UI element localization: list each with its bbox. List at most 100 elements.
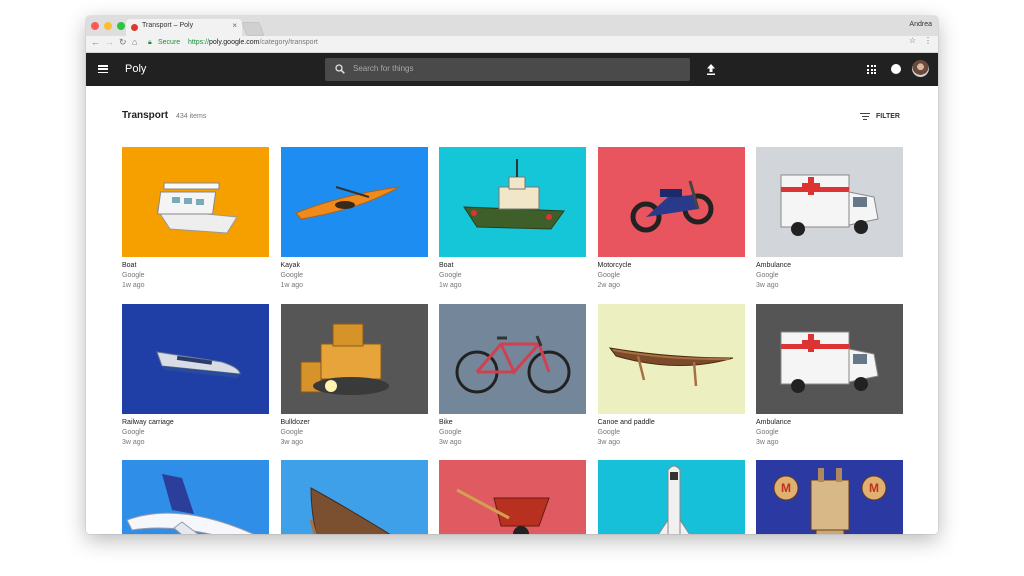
asset-thumbnail[interactable] xyxy=(122,460,269,534)
asset-card[interactable]: Boat Google 1w ago xyxy=(439,147,586,289)
asset-thumbnail[interactable] xyxy=(280,147,428,257)
asset-title: Canoe and paddle xyxy=(597,418,655,426)
wheelbarrow-model xyxy=(439,460,586,534)
asset-author[interactable]: Google xyxy=(281,429,304,436)
maximize-window-button[interactable] xyxy=(117,22,125,30)
asset-author[interactable]: Google xyxy=(439,272,462,279)
canoe-model xyxy=(598,304,745,414)
asset-time: 1w ago xyxy=(439,282,462,289)
browser-menu-icon[interactable]: ⋮ xyxy=(924,36,932,45)
poly-logo[interactable]: Poly xyxy=(125,63,146,75)
space-shuttle-model xyxy=(598,460,745,534)
asset-author[interactable]: Google xyxy=(439,429,462,436)
bulldozer-model xyxy=(281,304,428,414)
browser-tab[interactable]: Transport – Poly × xyxy=(126,19,242,36)
asset-author[interactable]: Google xyxy=(598,272,621,279)
apps-grid-icon[interactable] xyxy=(867,65,876,74)
upload-icon[interactable] xyxy=(705,63,717,76)
notifications-icon[interactable] xyxy=(891,64,901,74)
url-path: /category/transport xyxy=(259,39,318,46)
asset-thumbnail[interactable] xyxy=(756,147,903,257)
asset-card[interactable]: Ambulance Google 3w ago xyxy=(756,303,903,446)
asset-time: 3w ago xyxy=(122,438,145,446)
secure-label: Secure xyxy=(158,39,181,46)
profile-name[interactable]: Andrea xyxy=(909,21,932,28)
asset-author[interactable]: Google xyxy=(122,272,145,279)
asset-title: Railway carriage xyxy=(122,418,174,426)
close-window-button[interactable] xyxy=(91,22,99,30)
address-bar[interactable]: 🔒︎ Secure https://poly.google.com/catego… xyxy=(146,38,926,49)
asset-card[interactable]: Motorcycle Google 2w ago xyxy=(597,147,745,289)
asset-thumbnail[interactable] xyxy=(122,147,269,257)
asset-thumbnail[interactable] xyxy=(280,303,428,414)
tab-title: Transport – Poly xyxy=(142,22,194,29)
asset-card[interactable] xyxy=(280,460,428,534)
asset-card[interactable]: Bike Google 3w ago xyxy=(439,303,586,446)
asset-author[interactable]: Google xyxy=(122,429,145,436)
asset-author[interactable]: Google xyxy=(756,429,779,436)
asset-thumbnail[interactable] xyxy=(597,460,745,534)
asset-time: 3w ago xyxy=(597,438,621,446)
search-input[interactable]: Search for things xyxy=(325,58,690,81)
asset-card[interactable]: Boat Google 1w ago xyxy=(122,147,269,289)
home-icon[interactable]: ⌂ xyxy=(132,37,137,47)
ambulance-model xyxy=(756,147,903,257)
browser-window: Transport – Poly × Andrea ← → ↻ ⌂ 🔒︎ Sec… xyxy=(86,16,938,534)
train-model xyxy=(122,304,269,414)
tab-close-icon[interactable]: × xyxy=(232,21,237,30)
asset-card[interactable]: Ambulance Google 3w ago xyxy=(756,147,903,289)
forward-arrow-icon[interactable]: → xyxy=(105,37,114,47)
back-arrow-icon[interactable]: ← xyxy=(91,37,100,47)
svg-text:M: M xyxy=(781,481,791,495)
asset-thumbnail[interactable] xyxy=(597,303,745,414)
hamburger-menu-icon[interactable] xyxy=(98,65,108,74)
asset-card[interactable]: MM xyxy=(756,460,903,534)
asset-card[interactable] xyxy=(439,460,586,534)
asset-title: Ambulance xyxy=(756,262,792,269)
minimize-window-button[interactable] xyxy=(104,22,112,30)
asset-card[interactable] xyxy=(122,460,269,534)
asset-thumbnail[interactable]: MM xyxy=(756,460,903,534)
asset-thumbnail[interactable] xyxy=(439,303,586,414)
filter-icon xyxy=(860,113,870,121)
tab-bar: Transport – Poly × Andrea xyxy=(86,16,938,36)
asset-author[interactable]: Google xyxy=(598,429,621,436)
rowboat-model xyxy=(281,460,428,534)
motorcycle-model xyxy=(598,147,745,257)
asset-thumbnail[interactable] xyxy=(756,303,903,414)
asset-card[interactable] xyxy=(597,460,745,534)
ambulance-model xyxy=(756,304,903,414)
search-icon xyxy=(335,64,345,74)
asset-author[interactable]: Google xyxy=(756,272,779,279)
main-content: Transport 434 items FILTER Boat Google 1w … xyxy=(86,86,938,534)
bike-model xyxy=(439,304,586,414)
houseboat-model xyxy=(122,147,269,257)
search-placeholder: Search for things xyxy=(353,64,414,73)
app-bar: Poly Search for things xyxy=(86,53,938,86)
asset-card[interactable]: Canoe and paddle Google 3w ago xyxy=(597,303,745,446)
asset-card[interactable]: Bulldozer Google 3w ago xyxy=(280,303,428,446)
filter-label: FILTER xyxy=(876,113,900,120)
asset-title: Bulldozer xyxy=(280,418,310,426)
tugboat-model xyxy=(439,147,586,257)
avatar[interactable] xyxy=(912,60,929,77)
url-host: poly.google.com xyxy=(209,39,260,46)
asset-thumbnail[interactable] xyxy=(280,460,428,534)
asset-time: 3w ago xyxy=(756,438,779,446)
asset-thumbnail[interactable] xyxy=(122,303,269,414)
asset-time: 1w ago xyxy=(280,282,304,289)
asset-card[interactable]: Railway carriage Google 3w ago xyxy=(122,303,269,446)
asset-card[interactable]: Kayak Google 1w ago xyxy=(280,147,428,289)
asset-thumbnail[interactable] xyxy=(439,460,586,534)
url-scheme: https:// xyxy=(188,39,210,46)
airplane-model xyxy=(122,460,269,534)
page-title: Transport xyxy=(122,110,169,121)
asset-author[interactable]: Google xyxy=(281,272,304,279)
asset-time: 2w ago xyxy=(597,282,621,289)
asset-thumbnail[interactable] xyxy=(597,147,745,257)
bookmark-star-icon[interactable]: ☆ xyxy=(909,36,916,45)
asset-time: 3w ago xyxy=(756,282,779,289)
reload-icon[interactable]: ↻ xyxy=(119,37,127,48)
new-tab-button[interactable] xyxy=(241,22,265,36)
asset-thumbnail[interactable] xyxy=(439,147,586,257)
